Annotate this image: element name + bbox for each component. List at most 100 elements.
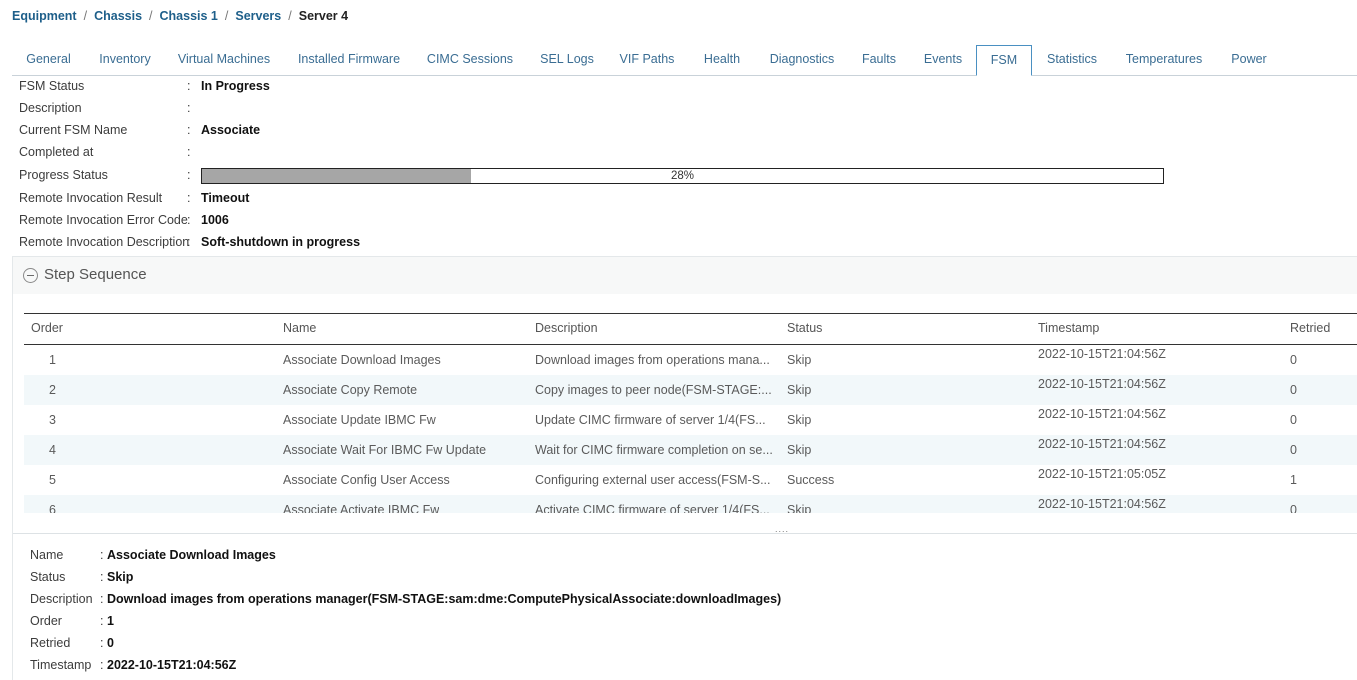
detail-timestamp-row: Timestamp : 2022-10-15T21:04:56Z xyxy=(30,656,236,674)
tab-statistics[interactable]: Statistics xyxy=(1037,45,1107,76)
column-header-order[interactable]: Order xyxy=(31,314,63,342)
row-timestamp: 2022-10-15T21:05:05Z xyxy=(1038,467,1166,481)
breadcrumb: Equipment / Chassis / Chassis 1 / Server… xyxy=(12,9,348,23)
row-description: Copy images to peer node(FSM-STAGE:... xyxy=(535,383,772,397)
detail-retried-row: Retried : 0 xyxy=(30,634,114,652)
breadcrumb-chassis[interactable]: Chassis xyxy=(94,9,142,23)
row-timestamp: 2022-10-15T21:04:56Z xyxy=(1038,437,1166,451)
current-fsm-name-label: Current FSM Name xyxy=(19,123,128,137)
colon: : xyxy=(187,145,191,159)
row-description: Update CIMC firmware of server 1/4(FS... xyxy=(535,413,766,427)
breadcrumb-separator: / xyxy=(224,9,229,23)
remote-invocation-description-label: Remote Invocation Description xyxy=(19,235,190,249)
row-retried: 0 xyxy=(1290,383,1297,397)
colon: : xyxy=(100,636,104,650)
fsm-status-label: FSM Status xyxy=(19,79,85,93)
tab-general[interactable]: General xyxy=(12,45,85,76)
panel-splitter[interactable]: .... xyxy=(13,525,1357,534)
detail-name-row: Name : Associate Download Images xyxy=(30,546,276,564)
row-name: Associate Config User Access xyxy=(283,473,450,487)
column-header-retried[interactable]: Retried xyxy=(1290,314,1330,342)
column-header-timestamp[interactable]: Timestamp xyxy=(1038,314,1099,342)
breadcrumb-chassis-1[interactable]: Chassis 1 xyxy=(160,9,218,23)
description-row: Description : xyxy=(19,99,201,117)
row-timestamp: 2022-10-15T21:04:56Z xyxy=(1038,497,1166,511)
tab-cimc-sessions[interactable]: CIMC Sessions xyxy=(416,45,524,76)
tab-temperatures[interactable]: Temperatures xyxy=(1115,45,1213,76)
row-status: Skip xyxy=(787,383,812,397)
tab-bar: General Inventory Virtual Machines Insta… xyxy=(12,45,1357,76)
splitter-grip-icon[interactable]: .... xyxy=(775,525,789,534)
row-retried: 0 xyxy=(1290,503,1297,513)
row-retried: 0 xyxy=(1290,413,1297,427)
detail-retried-value: 0 xyxy=(107,636,114,650)
row-description: Activate CIMC firmware of server 1/4(FS.… xyxy=(535,503,770,513)
detail-description-row: Description : Download images from opera… xyxy=(30,590,781,608)
table-row[interactable]: 1 Associate Download Images Download ima… xyxy=(24,345,1357,375)
tab-power[interactable]: Power xyxy=(1220,45,1278,76)
table-row[interactable]: 4 Associate Wait For IBMC Fw Update Wait… xyxy=(24,435,1357,465)
colon: : xyxy=(187,213,191,227)
collapse-minus-icon[interactable] xyxy=(23,268,38,283)
detail-status-value: Skip xyxy=(107,570,134,584)
tab-fsm[interactable]: FSM xyxy=(976,45,1032,76)
step-sequence-table: Order Name Description Status Timestamp … xyxy=(24,313,1357,513)
progress-status-label: Progress Status xyxy=(19,168,108,182)
current-fsm-name-row: Current FSM Name : Associate xyxy=(19,121,260,139)
tab-diagnostics[interactable]: Diagnostics xyxy=(759,45,845,76)
tab-inventory[interactable]: Inventory xyxy=(88,45,162,76)
colon: : xyxy=(187,191,191,205)
detail-status-label: Status xyxy=(30,570,66,584)
progress-bar-text: 28% xyxy=(670,170,695,182)
detail-name-value: Associate Download Images xyxy=(107,548,276,562)
row-status: Skip xyxy=(787,443,812,457)
detail-timestamp-value: 2022-10-15T21:04:56Z xyxy=(107,658,237,672)
row-status: Skip xyxy=(787,413,812,427)
progress-status-row: Progress Status : xyxy=(19,166,201,184)
row-timestamp: 2022-10-15T21:04:56Z xyxy=(1038,377,1166,391)
detail-description-value: Download images from operations manager(… xyxy=(107,592,782,606)
tab-faults[interactable]: Faults xyxy=(850,45,908,76)
tab-health[interactable]: Health xyxy=(690,45,754,76)
breadcrumb-separator: / xyxy=(149,9,153,23)
tab-installed-firmware[interactable]: Installed Firmware xyxy=(288,45,410,76)
column-header-status[interactable]: Status xyxy=(787,314,822,342)
tab-events[interactable]: Events xyxy=(914,45,972,76)
row-retried: 0 xyxy=(1290,443,1297,457)
remote-invocation-error-code-label: Remote Invocation Error Code xyxy=(19,213,188,227)
row-order: 3 xyxy=(49,413,56,427)
remote-invocation-error-code-row: Remote Invocation Error Code : 1006 xyxy=(19,211,229,229)
row-order: 4 xyxy=(49,443,56,457)
description-label: Description xyxy=(19,101,82,115)
row-description: Download images from operations mana... xyxy=(535,353,770,367)
breadcrumb-equipment[interactable]: Equipment xyxy=(12,9,77,23)
detail-retried-label: Retried xyxy=(30,636,71,650)
column-header-name[interactable]: Name xyxy=(283,314,316,342)
tab-virtual-machines[interactable]: Virtual Machines xyxy=(167,45,281,76)
tab-vif-paths[interactable]: VIF Paths xyxy=(609,45,685,76)
row-retried: 1 xyxy=(1290,473,1297,487)
table-header: Order Name Description Status Timestamp … xyxy=(24,313,1357,345)
remote-invocation-result-label: Remote Invocation Result xyxy=(19,191,163,205)
row-timestamp: 2022-10-15T21:04:56Z xyxy=(1038,347,1166,361)
column-header-description[interactable]: Description xyxy=(535,314,598,342)
detail-name-label: Name xyxy=(30,548,64,562)
table-row[interactable]: 6 Associate Activate IBMC Fw Activate CI… xyxy=(24,495,1357,513)
colon: : xyxy=(187,123,191,137)
table-row[interactable]: 5 Associate Config User Access Configuri… xyxy=(24,465,1357,495)
colon: : xyxy=(187,79,191,93)
row-name: Associate Download Images xyxy=(283,353,441,367)
colon: : xyxy=(100,548,104,562)
fsm-status-row: FSM Status : In Progress xyxy=(19,77,270,95)
breadcrumb-servers[interactable]: Servers xyxy=(235,9,281,23)
detail-order-row: Order : 1 xyxy=(30,612,114,630)
row-name: Associate Activate IBMC Fw xyxy=(283,503,440,513)
table-row[interactable]: 3 Associate Update IBMC Fw Update CIMC f… xyxy=(24,405,1357,435)
table-row[interactable]: 2 Associate Copy Remote Copy images to p… xyxy=(24,375,1357,405)
colon: : xyxy=(100,658,104,672)
colon: : xyxy=(187,235,191,249)
row-order: 1 xyxy=(49,353,56,367)
detail-order-label: Order xyxy=(30,614,62,628)
tab-sel-logs[interactable]: SEL Logs xyxy=(530,45,604,76)
step-sequence-title: Step Sequence xyxy=(44,266,147,283)
